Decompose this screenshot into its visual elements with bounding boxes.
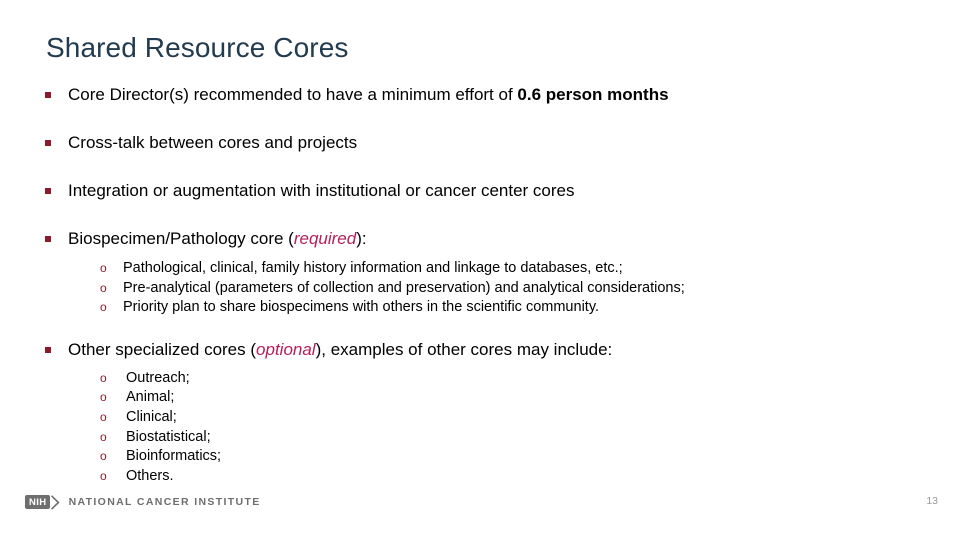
slide-footer: NIH NATIONAL CANCER INSTITUTE 13 [0,484,960,540]
bullet-item: Core Director(s) recommended to have a m… [0,84,960,106]
list-item-label: Others. [126,467,174,484]
square-bullet-icon [45,188,51,194]
list-item-label: Outreach; [126,369,190,386]
list-item: o Biostatistical; [0,428,960,448]
bullet-text-suffix: ), examples of other cores may include: [315,339,613,359]
slide: Shared Resource Cores Core Director(s) r… [0,0,960,540]
page-number: 13 [926,495,938,507]
square-bullet-icon [45,92,51,98]
square-bullet-icon [45,346,51,353]
list-item-label: Pathological, clinical, family history i… [123,260,623,276]
organization-name: NATIONAL CANCER INSTITUTE [68,496,261,508]
list-item-label: Pre-analytical (parameters of collection… [123,279,685,296]
chevron-right-icon [50,494,60,510]
specialized-cores-sublist: o Outreach; o Animal; o Clinical; o Bios… [0,369,960,487]
bullet-item: Biospecimen/Pathology core (required): [0,228,960,250]
bullet-text: Cross-talk between cores and projects [68,133,358,152]
bullet-text: Other specialized cores ( [68,339,257,359]
bullet-emphasis: optional [256,339,316,359]
bullet-text-bold: 0.6 person months [517,85,669,104]
list-item: o Priority plan to share biospecimens wi… [0,298,960,318]
square-bullet-icon [45,140,51,146]
circle-bullet-icon: o [100,429,107,444]
list-item: o Animal; [0,388,960,408]
square-bullet-icon [45,236,51,242]
list-item: o Pathological, clinical, family history… [0,259,960,279]
list-item-label: Biostatistical; [126,428,211,445]
list-item: o Bioinformatics; [0,447,960,467]
bullet-item: Cross-talk between cores and projects [0,132,960,154]
nih-mark-label: NIH [25,495,50,509]
circle-bullet-icon: o [100,280,107,295]
circle-bullet-icon: o [100,409,107,424]
bullet-emphasis: required [293,229,357,248]
bullet-text: Integration or augmentation with institu… [68,181,575,200]
slide-body: Core Director(s) recommended to have a m… [0,84,960,486]
list-item: o Pre-analytical (parameters of collecti… [0,279,960,299]
bullet-item: Other specialized cores (optional), exam… [0,339,960,361]
bullet-text: Core Director(s) recommended to have a m… [68,85,518,104]
circle-bullet-icon: o [100,261,107,275]
circle-bullet-icon: o [100,370,107,385]
list-item-label: Animal; [126,389,175,406]
circle-bullet-icon: o [100,390,107,405]
list-item-label: Clinical; [126,408,177,425]
circle-bullet-icon: o [100,300,107,315]
biospecimen-sublist: o Pathological, clinical, family history… [0,259,960,318]
bullet-item: Integration or augmentation with institu… [0,180,960,202]
list-item: o Outreach; [0,369,960,389]
list-item-label: Priority plan to share biospecimens with… [123,299,600,316]
bullet-text-suffix: ): [356,229,367,248]
list-item: o Clinical; [0,408,960,428]
page-title: Shared Resource Cores [46,32,349,63]
nih-badge-icon: NIH [25,494,60,510]
list-item-label: Bioinformatics; [126,448,222,465]
bullet-text: Biospecimen/Pathology core ( [68,229,294,248]
nci-logo: NIH NATIONAL CANCER INSTITUTE [25,493,261,511]
circle-bullet-icon: o [100,449,107,464]
